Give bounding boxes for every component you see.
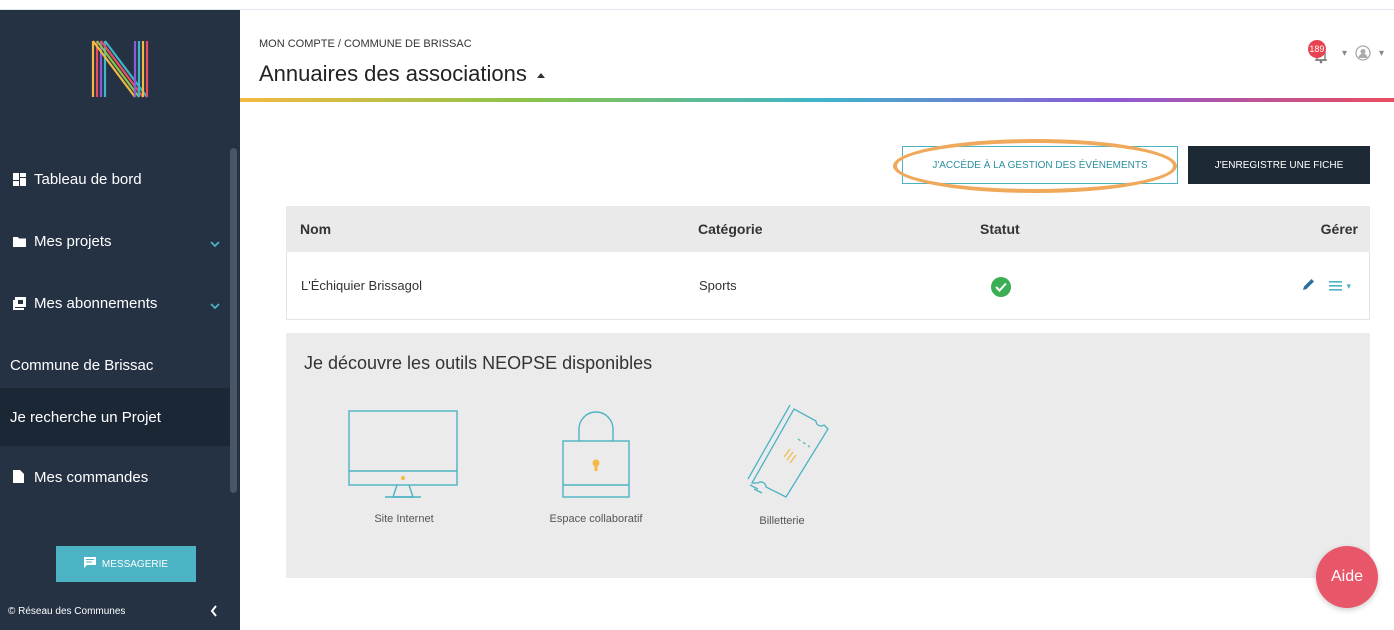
dashboard-icon [13,172,26,186]
logo[interactable] [0,10,240,128]
sidebar-item-search-project[interactable]: Je recherche un Projet [0,388,230,446]
menu-list-icon[interactable]: ▾ [1329,281,1351,292]
associations-table: Nom Catégorie Statut Gérer L'Échiquier B… [286,206,1370,320]
notification-badge: 189 [1307,40,1326,58]
messagerie-label: MESSAGERIE [101,558,169,570]
padlock-icon [562,411,630,498]
header-icons: 189 ▾ ▾ [1307,40,1384,66]
logo-n-icon [91,40,149,98]
app: Tableau de bord Mes projets Mes abonneme… [0,0,1394,630]
sidebar: Tableau de bord Mes projets Mes abonneme… [0,10,240,630]
column-header-status[interactable]: Statut [980,221,1020,237]
help-button[interactable]: Aide [1316,546,1378,608]
notifications-button[interactable]: 189 [1307,40,1334,66]
chevron-down-icon[interactable]: ▾ [1342,48,1347,59]
register-sheet-button[interactable]: J'ENREGISTRE UNE FICHE [1188,146,1370,184]
table-header: Nom Catégorie Statut Gérer [286,206,1370,252]
header-rainbow-divider [240,98,1394,102]
row-actions: ▾ [1302,278,1351,294]
copyright-text: © Réseau des Communes [8,606,126,617]
table-row: L'Échiquier Brissagol Sports ▾ [286,252,1370,320]
chevron-down-icon[interactable] [210,297,220,314]
tool-label: Billetterie [759,515,805,527]
status-check-icon [991,277,1011,297]
monitor-icon [348,410,458,498]
tool-espace-collaboratif[interactable]: Espace collaboratif [536,407,656,525]
sidebar-scrollbar[interactable] [230,148,237,493]
sidebar-item-label: Mes abonnements [34,294,158,312]
tool-label: Espace collaboratif [549,513,643,525]
tool-billetterie[interactable]: Billetterie [722,405,842,527]
message-icon [83,557,96,571]
sidebar-item-commune[interactable]: Commune de Brissac [0,334,230,396]
file-icon [13,470,26,483]
sidebar-item-label: Mes commandes [34,469,149,486]
page-title-text: Annuaires des associations [259,61,527,86]
row-category: Sports [699,278,737,293]
sidebar-item-projects[interactable]: Mes projets [0,210,230,272]
column-header-name[interactable]: Nom [300,221,331,237]
folder-icon [13,235,26,248]
user-avatar[interactable] [1355,45,1371,61]
page-title[interactable]: Annuaires des associations [259,61,545,87]
sidebar-item-label: Mes projets [34,232,112,250]
sidebar-item-orders[interactable]: Mes commandes [0,456,230,486]
chevron-down-icon[interactable]: ▾ [1379,48,1384,59]
breadcrumb[interactable]: MON COMPTE / COMMUNE DE BRISSAC [259,38,472,50]
sidebar-item-subscriptions[interactable]: Mes abonnements [0,272,230,334]
tickets-icon [747,405,829,498]
chevron-left-icon[interactable] [210,604,218,620]
tool-site-internet[interactable]: Site Internet [344,409,464,525]
chevron-down-icon[interactable] [210,235,220,252]
sidebar-item-label: Tableau de bord [34,170,142,188]
top-border [0,0,1394,10]
column-header-category[interactable]: Catégorie [698,221,763,237]
sidebar-footer: © Réseau des Communes [8,604,228,620]
events-management-button[interactable]: J'ACCÉDE À LA GESTION DES ÉVÉNEMENTS [902,146,1178,184]
sidebar-item-dashboard[interactable]: Tableau de bord [0,148,230,210]
column-header-manage: Gérer [1320,221,1358,237]
subscriptions-icon [13,296,26,310]
tools-panel: Je découvre les outils NEOPSE disponible… [286,333,1370,578]
messagerie-button[interactable]: MESSAGERIE [56,546,196,582]
sidebar-item-label: Commune de Brissac [10,356,154,374]
tools-title: Je découvre les outils NEOPSE disponible… [304,353,653,373]
row-name[interactable]: L'Échiquier Brissagol [301,278,422,293]
edit-pencil-icon[interactable] [1302,278,1315,294]
user-icon [1355,45,1371,61]
sidebar-item-label: Je recherche un Projet [10,408,161,426]
tool-label: Site Internet [374,513,434,525]
caret-up-icon[interactable] [536,72,545,78]
